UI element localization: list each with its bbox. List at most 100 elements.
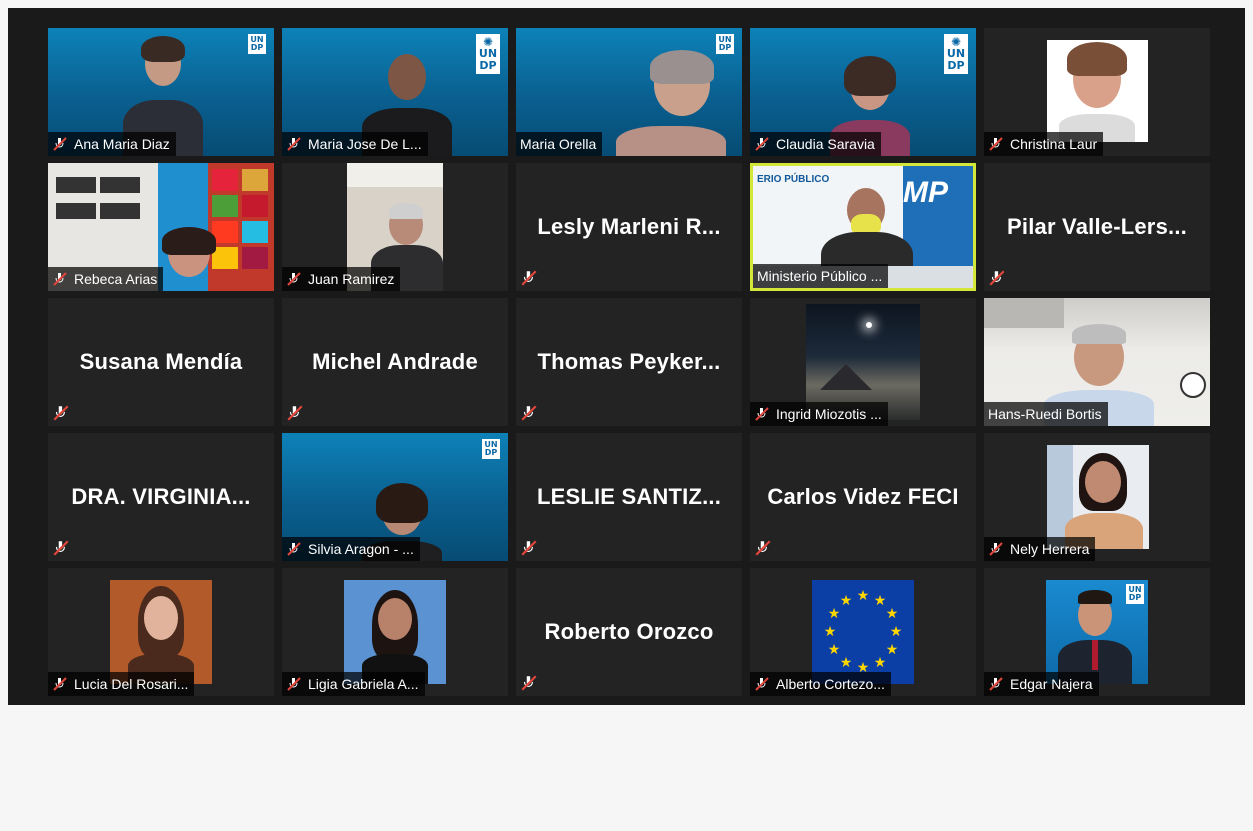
mic-muted-icon [53,540,69,556]
zoom-gallery-window: UN DP Ana Maria Diaz ✺ UN DP Maria Jose De… [8,8,1245,705]
svg-text:★: ★ [840,593,853,609]
mic-muted-icon [521,405,537,421]
svg-text:★: ★ [840,655,853,671]
name-tile-susana-mendia[interactable]: Susana Mendía [48,298,274,426]
mic-muted-icon [287,137,301,151]
participant-name: Hans-Ruedi Bortis [988,406,1102,422]
video-tile-alberto-cortezo[interactable]: ★ ★ ★ ★ ★ ★ ★ ★ ★ ★ ★ ★ Alberto Cortezo.… [750,568,976,696]
video-tile-silvia-aragon[interactable]: UN DP Silvia Aragon - ... [282,433,508,561]
mic-muted-icon [755,137,769,151]
participant-display-name: DRA. VIRGINIA... [71,484,251,509]
participant-display-name: Roberto Orozco [544,619,714,644]
undp-logo-icon: ✺ UN DP [476,34,500,74]
undp-logo-icon: ✺ UN DP [944,34,968,74]
participant-name: Christina Laur [1010,136,1098,152]
svg-text:★: ★ [828,642,841,658]
name-tile-dra-virginia[interactable]: DRA. VIRGINIA... [48,433,274,561]
participant-name: Maria Orella [520,136,597,152]
participant-display-name: Lesly Marleni R... [537,214,721,239]
video-tile-christina-laur[interactable]: Christina Laur [984,28,1210,156]
mic-muted-icon [287,542,301,556]
participant-name: Ministerio Público ... [757,268,883,284]
mic-muted-icon [989,137,1003,151]
svg-text:★: ★ [857,588,870,604]
svg-text:★: ★ [890,624,903,640]
participant-video [1047,40,1148,142]
participant-name: Edgar Najera [1010,676,1093,692]
video-tile-ministerio-publico[interactable]: ERIO PÚBLICO MP Ministerio Público ... [750,163,976,291]
participant-label: Hans-Ruedi Bortis [984,402,1108,426]
participant-video [344,580,446,684]
mic-muted-icon [989,677,1003,691]
svg-text:★: ★ [886,606,899,622]
participant-label: Ligia Gabriela A... [282,672,425,696]
participant-name: Claudia Saravia [776,136,875,152]
participant-display-name: Thomas Peyker... [537,349,721,374]
video-tile-edgar-najera[interactable]: UN DP Edgar Najera [984,568,1210,696]
participant-display-name: Pilar Valle-Lers... [1007,214,1187,239]
participant-display-name: LESLIE SANTIZ... [536,484,722,509]
participant-name: Maria Jose De L... [308,136,422,152]
mic-muted-icon [755,407,769,421]
participant-label: Ingrid Miozotis ... [750,402,888,426]
participant-name: Rebeca Arias [74,271,158,287]
participant-label: Ministerio Público ... [753,264,889,288]
undp-logo-icon: UN DP [716,34,734,54]
mic-muted-icon [53,405,69,421]
mic-muted-icon [755,677,769,691]
video-tile-juan-ramirez[interactable]: Juan Ramirez [282,163,508,291]
name-tile-michel-andrade[interactable]: Michel Andrade [282,298,508,426]
video-tile-maria-orella[interactable]: UN DP Maria Orella [516,28,742,156]
video-tile-rebeca-arias[interactable]: Rebeca Arias [48,163,274,291]
mic-muted-icon [521,540,537,556]
participant-video [1047,445,1149,549]
video-tile-claudia-saravia[interactable]: ✺ UN DP Claudia Saravia [750,28,976,156]
video-tile-ingrid-miozotis[interactable]: Ingrid Miozotis ... [750,298,976,426]
mic-muted-icon [287,677,301,691]
participant-name: Ligia Gabriela A... [308,676,419,692]
mic-muted-icon [755,540,771,556]
name-tile-roberto-orozco[interactable]: Roberto Orozco [516,568,742,696]
mic-muted-icon [521,270,537,286]
undp-logo-bottom: DP [718,43,732,52]
mic-muted-icon [53,137,67,151]
participant-label: Maria Orella [516,132,603,156]
participant-label: Juan Ramirez [282,267,401,291]
mp-banner-text: ERIO PÚBLICO [757,174,830,185]
participant-name: Alberto Cortezo... [776,676,885,692]
participant-label: Silvia Aragon - ... [282,537,420,561]
svg-text:★: ★ [874,655,887,671]
participant-label: Christina Laur [984,132,1104,156]
video-tile-hans-ruedi-bortis[interactable]: Hans-Ruedi Bortis [984,298,1210,426]
svg-text:★: ★ [874,593,887,609]
undp-logo-bottom: DP [947,59,965,72]
undp-logo-bottom: DP [250,43,264,52]
name-tile-leslie-santiz[interactable]: LESLIE SANTIZ... [516,433,742,561]
video-tile-maria-jose[interactable]: ✺ UN DP Maria Jose De L... [282,28,508,156]
video-tile-nely-herrera[interactable]: Nely Herrera [984,433,1210,561]
name-tile-lesly-marleni[interactable]: Lesly Marleni R... [516,163,742,291]
mic-muted-icon [53,677,67,691]
participant-label: Alberto Cortezo... [750,672,891,696]
eu-stars-icon: ★ ★ ★ ★ ★ ★ ★ ★ ★ ★ ★ ★ [824,588,903,676]
eu-flag-avatar: ★ ★ ★ ★ ★ ★ ★ ★ ★ ★ ★ ★ [812,580,914,684]
undp-logo-icon: UN DP [1126,584,1144,604]
mic-muted-icon [989,542,1003,556]
name-tile-carlos-videz[interactable]: Carlos Videz FECI [750,433,976,561]
participant-label: Ana Maria Diaz [48,132,176,156]
participant-label: Nely Herrera [984,537,1096,561]
mp-logo: MP [903,176,948,209]
participant-label: Maria Jose De L... [282,132,428,156]
name-tile-thomas-peyker[interactable]: Thomas Peyker... [516,298,742,426]
undp-logo-bottom: DP [479,59,497,72]
name-tile-pilar-valle[interactable]: Pilar Valle-Lers... [984,163,1210,291]
video-tile-lucia-del-rosario[interactable]: Lucia Del Rosari... [48,568,274,696]
undp-logo-bottom: DP [484,448,498,457]
video-tile-ligia-gabriela[interactable]: Ligia Gabriela A... [282,568,508,696]
video-tile-ana-maria-diaz[interactable]: UN DP Ana Maria Diaz [48,28,274,156]
mic-muted-icon [287,272,301,286]
undp-logo-icon: UN DP [248,34,266,54]
participant-name: Nely Herrera [1010,541,1090,557]
svg-text:★: ★ [828,606,841,622]
participant-display-name: Michel Andrade [312,349,478,374]
